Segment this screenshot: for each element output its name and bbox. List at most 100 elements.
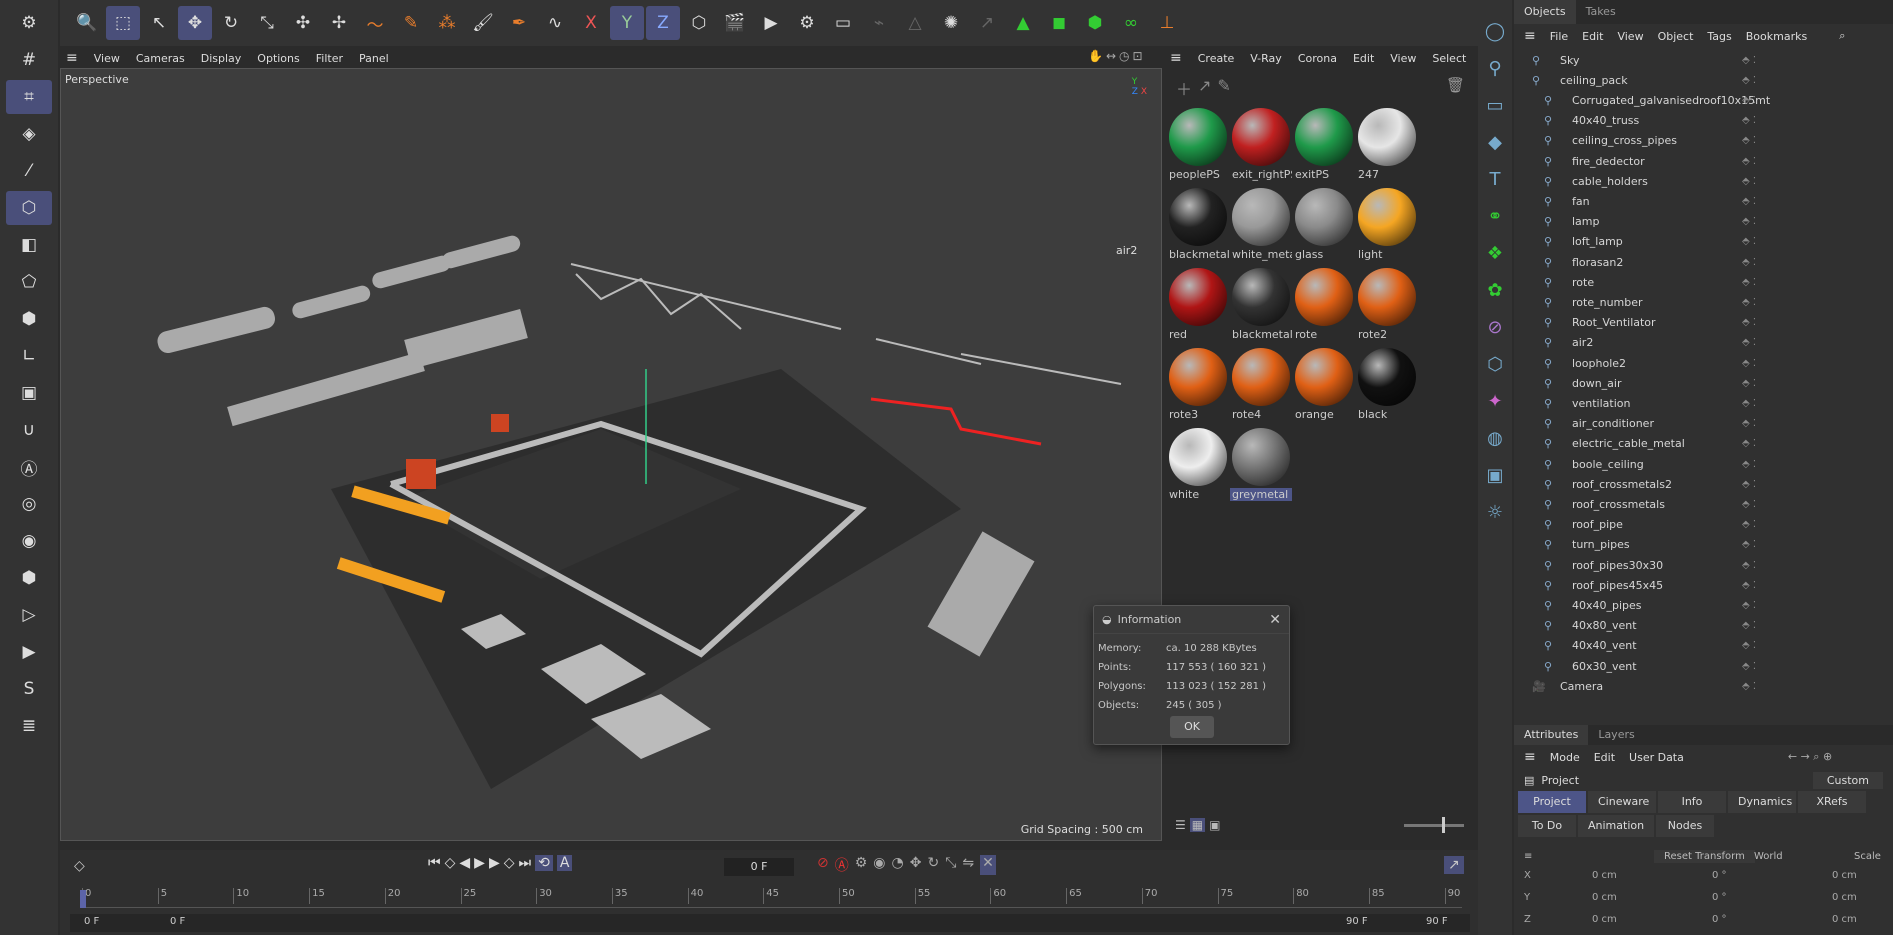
coordinate-icon[interactable]: ⬡ (682, 6, 716, 40)
object-row[interactable]: ⚲ roof_pipes30x30 ⬘ ⁚ (1520, 555, 1893, 575)
model-mode-icon[interactable]: ◈ (6, 117, 52, 151)
deformer-icon[interactable]: ⊘ (1480, 310, 1510, 344)
objects-hamburger-icon[interactable]: ≡ (1524, 28, 1536, 44)
attr-menu-edit[interactable]: Edit (1594, 751, 1615, 764)
viewport-nav-icons[interactable]: ✋↔◷⊡ (1088, 49, 1146, 63)
coord-v3[interactable]: 0 cm (1832, 870, 1857, 881)
visibility-icon[interactable]: ⬘ ⁚ (1742, 277, 1756, 288)
object-row[interactable]: ⚲ electric_cable_metal ⬘ ⁚ (1520, 434, 1893, 454)
spline-pen-icon[interactable]: 〜 (358, 6, 392, 40)
grid-icon[interactable]: # (6, 43, 52, 77)
menu-mview[interactable]: View (1390, 52, 1416, 65)
edit-icon[interactable]: ✎ (1217, 76, 1230, 100)
visibility-icon[interactable]: ⬘ ⁚ (1742, 620, 1756, 631)
object-row[interactable]: ⚲ turn_pipes ⬘ ⁚ (1520, 535, 1893, 555)
magnet-icon[interactable]: ∪ (6, 413, 52, 447)
object-row[interactable]: ⚲ 40x40_vent ⬘ ⁚ (1520, 636, 1893, 656)
hex-icon[interactable]: ⬢ (6, 561, 52, 595)
object-row[interactable]: ⚲ cable_holders ⬘ ⁚ (1520, 171, 1893, 191)
object-row[interactable]: ⚲ rote_number ⬘ ⁚ (1520, 292, 1893, 312)
search-icon[interactable]: ⌕ (1839, 29, 1845, 43)
keyframe-icon[interactable]: ◇ (74, 858, 85, 874)
visibility-icon[interactable]: ⬘ ⁚ (1742, 378, 1756, 389)
go-end-icon[interactable]: ⏭ (519, 855, 532, 871)
pen-icon[interactable]: ✒ (502, 6, 536, 40)
mograph-icon[interactable]: ⚭ (1480, 199, 1510, 233)
x-axis-icon[interactable]: X (574, 6, 608, 40)
next-key-icon[interactable]: ◇ (504, 855, 515, 871)
autokey-icon[interactable]: Ⓐ (835, 855, 849, 875)
visibility-icon[interactable]: ⬘ ⁚ (1742, 257, 1756, 268)
render-queue-icon[interactable]: ▭ (826, 6, 860, 40)
text-icon[interactable]: T (1480, 162, 1510, 196)
material-swatch[interactable]: 247 (1356, 106, 1418, 186)
material-swatch[interactable]: greymetal (1230, 426, 1292, 506)
custom-dropdown[interactable]: Custom (1812, 771, 1883, 789)
menu-panel[interactable]: Panel (359, 52, 389, 65)
coord-v1[interactable]: 0 cm (1592, 892, 1617, 903)
null-icon[interactable]: ⚲ (1480, 51, 1510, 85)
visibility-icon[interactable]: ⬘ ⁚ (1742, 196, 1756, 207)
material-swatch[interactable]: light (1356, 186, 1418, 266)
attr-tab-nodes[interactable]: Nodes (1656, 815, 1714, 837)
current-frame-field[interactable]: 0 F (724, 858, 794, 876)
arrow-icon[interactable]: ↗ (970, 6, 1004, 40)
green-cube-icon[interactable]: ⬢ (1078, 6, 1112, 40)
timeline-ruler[interactable]: 0 5 10 15 20 25 30 35 40 45 50 55 60 65 70 75 80 85 90 (82, 888, 1462, 908)
tab-attributes[interactable]: Attributes (1514, 725, 1589, 745)
coord-v2[interactable]: 0 ° (1712, 892, 1727, 903)
sphere-icon[interactable]: ◯ (1480, 14, 1510, 48)
object-row[interactable]: ⚲ 40x40_pipes ⬘ ⁚ (1520, 595, 1893, 615)
material-swatch[interactable]: blackmetalF (1167, 186, 1229, 266)
object-row[interactable]: ⚲ roof_pipes45x45 ⬘ ⁚ (1520, 575, 1893, 595)
object-row[interactable]: ⚲ fire_dedector ⬘ ⁚ (1520, 151, 1893, 171)
range-bar[interactable]: 0 F 0 F 90 F 90 F (70, 914, 1470, 932)
auto-icon[interactable]: A (556, 855, 573, 871)
objects-menu-tags[interactable]: Tags (1707, 30, 1731, 43)
visibility-icon[interactable]: ⬘ ⁚ (1742, 459, 1756, 470)
coord-v3[interactable]: 0 cm (1832, 892, 1857, 903)
objects-menu-file[interactable]: File (1550, 30, 1568, 43)
param-key-icon[interactable]: ⇋ (962, 855, 974, 875)
visibility-icon[interactable]: ⬘ ⁚ (1742, 297, 1756, 308)
hamburger-icon[interactable]: ≡ (66, 50, 78, 66)
object-row[interactable]: ⚲ fan ⬘ ⁚ (1520, 191, 1893, 211)
object-row[interactable]: ⚲ 40x40_truss ⬘ ⁚ (1520, 111, 1893, 131)
object-row[interactable]: ⚲ roof_pipe ⬘ ⁚ (1520, 515, 1893, 535)
plane-icon[interactable]: ▭ (1480, 88, 1510, 122)
cloner-icon[interactable]: ❖ (1480, 236, 1510, 270)
motion-icon[interactable]: ◔ (892, 855, 904, 875)
visibility-icon[interactable]: ⬘ ⁚ (1742, 438, 1756, 449)
object-row[interactable]: ⚲ roof_crossmetals2 ⬘ ⁚ (1520, 474, 1893, 494)
attr-tab-project[interactable]: Project (1518, 791, 1586, 813)
material-swatch[interactable]: exitPS (1293, 106, 1355, 186)
polygon-mode-icon[interactable]: ◧ (6, 228, 52, 262)
object-row[interactable]: ⚲ down_air ⬘ ⁚ (1520, 373, 1893, 393)
axis-a-icon[interactable]: Ⓐ (6, 450, 52, 484)
object-row[interactable]: ⚲ boole_ceiling ⬘ ⁚ (1520, 454, 1893, 474)
reset-transform-button[interactable]: Reset Transform (1654, 849, 1755, 863)
scale-key-icon[interactable]: ⤡ (945, 855, 956, 875)
object-row[interactable]: ⚲ loophole2 ⬘ ⁚ (1520, 353, 1893, 373)
objects-menu-object[interactable]: Object (1658, 30, 1694, 43)
render-icon[interactable]: ▶ (6, 635, 52, 669)
attr-tab-animation[interactable]: Animation (1578, 815, 1654, 837)
script-icon[interactable]: S (6, 672, 52, 706)
object-row[interactable]: ⚲ roof_crossmetals ⬘ ⁚ (1520, 494, 1893, 514)
effector-icon[interactable]: ✿ (1480, 273, 1510, 307)
visibility-icon[interactable]: ⬘ ⁚ (1742, 479, 1756, 490)
object-row[interactable]: ⚲ air_conditioner ⬘ ⁚ (1520, 414, 1893, 434)
menu-edit[interactable]: Edit (1353, 52, 1374, 65)
render-settings-icon[interactable]: ⚙ (790, 6, 824, 40)
material-swatch[interactable]: rote3 (1167, 346, 1229, 426)
spark-icon[interactable]: ✺ (934, 6, 968, 40)
visibility-icon[interactable]: ⬘ ⁚ (1742, 661, 1756, 672)
play-small-icon[interactable]: ▷ (6, 598, 52, 632)
attr-tab-dynamics[interactable]: Dynamics (1728, 791, 1796, 813)
snap-icon[interactable]: ✣ (286, 6, 320, 40)
menu-vray[interactable]: V-Ray (1250, 52, 1282, 65)
visibility-icon[interactable]: ⬘ ⁚ (1742, 640, 1756, 651)
gimbal-icon[interactable]: ⊥ (1150, 6, 1184, 40)
menu-select[interactable]: Select (1432, 52, 1466, 65)
coord-v1[interactable]: 0 cm (1592, 870, 1617, 881)
